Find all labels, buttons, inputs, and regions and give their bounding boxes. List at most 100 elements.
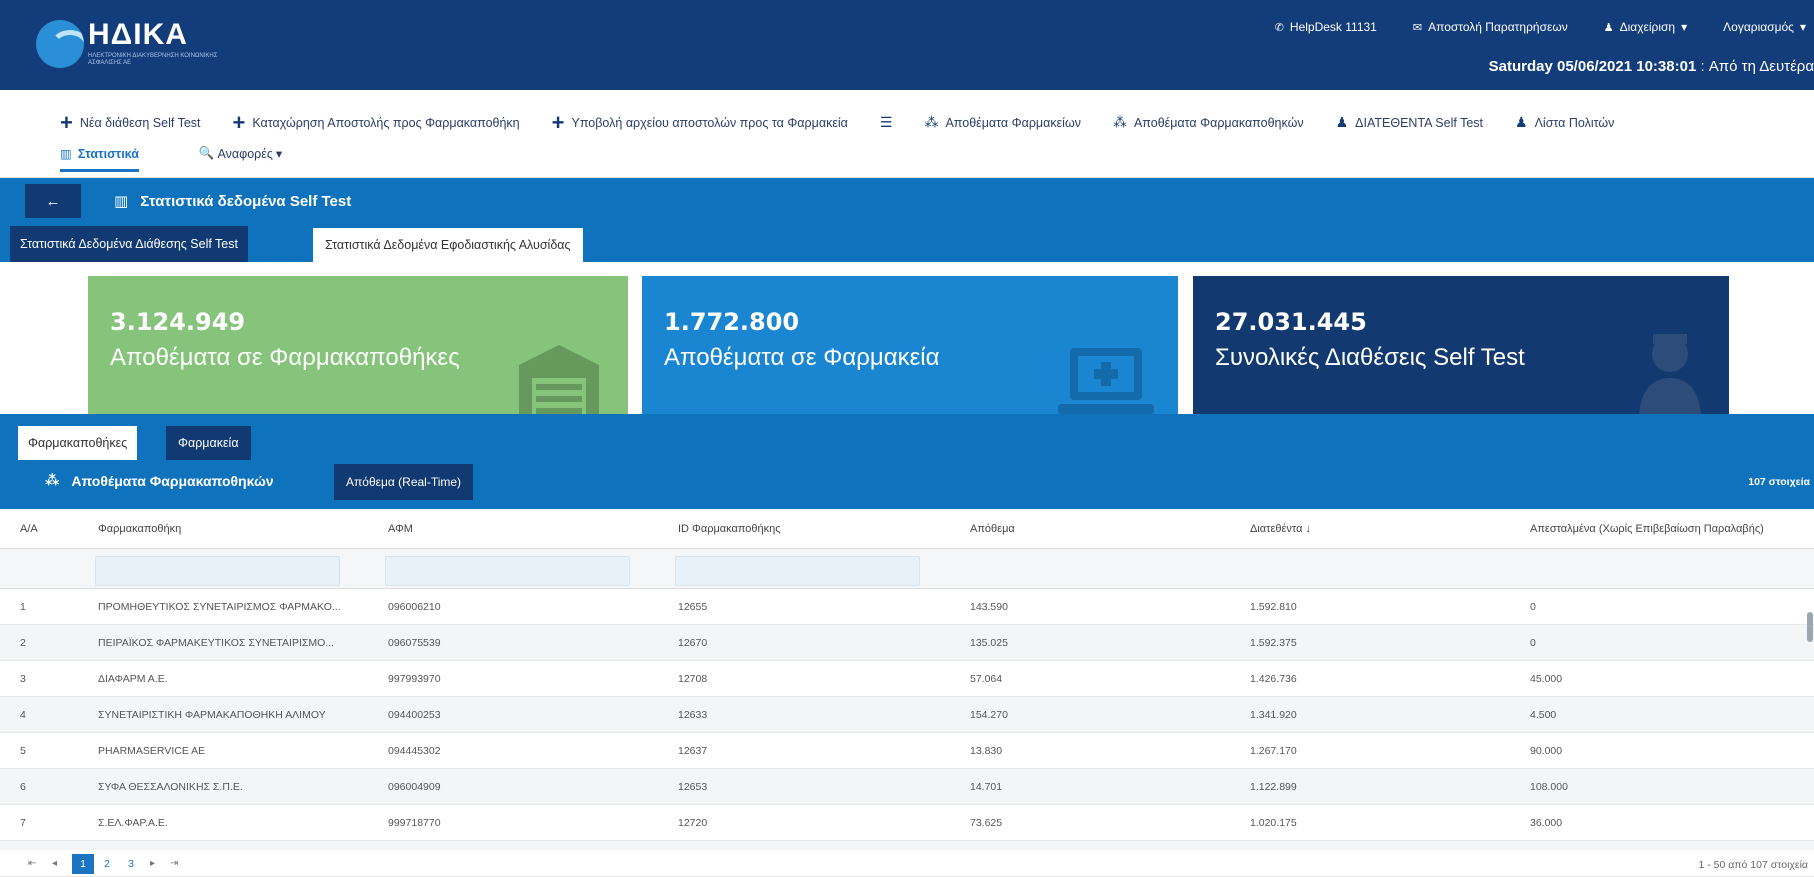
tab-disposal-statistics[interactable]: Στατιστικά Δεδομένα Διάθεσης Self Test: [10, 226, 248, 262]
prev-page-icon[interactable]: ◂: [52, 858, 57, 869]
cubes-icon: ⁂: [1112, 114, 1127, 130]
grid-body: 1 ΠΡΟΜΗΘΕΥΤΙΚΟΣ ΣΥΝΕΤΑΙΡΙΣΜΟΣ ΦΑΡΜΑΚΟ... 0…: [0, 589, 1814, 877]
caret-down-icon: ▾: [1681, 20, 1688, 34]
cell-row-number: 7: [20, 817, 26, 829]
menu-label: Αποθέματα Φαρμακείων: [945, 115, 1081, 130]
list-icon: ☰: [879, 114, 893, 130]
cell-dispensed: 1.426.736: [1250, 673, 1297, 685]
menu-list[interactable]: ☰: [880, 114, 893, 131]
last-page-icon[interactable]: ⇥: [170, 858, 178, 869]
menu-dispensed-self-test[interactable]: ♟ ΔΙΑΤΕΘΕΝΤΑ Self Test: [1336, 114, 1483, 131]
admin-dropdown[interactable]: ♟ Διαχείριση ▾: [1604, 20, 1687, 34]
filter-warehouse-input[interactable]: [95, 556, 340, 586]
next-page-icon[interactable]: ▸: [150, 858, 155, 869]
page-3[interactable]: 3: [120, 854, 142, 874]
col-header-dispensed[interactable]: Διατεθέντα ↓: [1250, 523, 1311, 535]
main-menu: + Νέα διάθεση Self Test + Καταχώρηση Απο…: [0, 90, 1814, 178]
table-row[interactable]: 7 Σ.ΕΛ.ΦΑΡ.Α.Ε. 999718770 12720 73.625 1.020.…: [0, 805, 1814, 841]
menu-upload-file[interactable]: + Υποβολή αρχείου αποστολών προς τα Φαρμ…: [552, 111, 848, 133]
logo-mark-icon: [36, 20, 84, 68]
first-page-icon[interactable]: ⇤: [28, 858, 36, 869]
table-row[interactable]: 2 ΠΕΙΡΑΪΚΟΣ ΦΑΡΜΑΚΕΥΤΙΚΟΣ ΣΥΝΕΤΑΙΡΙΣΜΟ...…: [0, 625, 1814, 661]
user-doctor-icon: [1639, 334, 1701, 420]
laptop-medical-icon: [1058, 348, 1154, 414]
menu-register-shipment[interactable]: + Καταχώρηση Αποστολής προς Φαρμακαποθήκ…: [232, 109, 520, 135]
cell-afm: 094400253: [388, 709, 441, 721]
tab-warehouses[interactable]: Φαρμακαποθήκες: [18, 426, 138, 460]
menu-warehouse-stock[interactable]: ⁂ Αποθέματα Φαρμακαποθηκών: [1113, 114, 1304, 131]
cell-dispensed: 1.020.175: [1250, 817, 1297, 829]
accounts-dropdown[interactable]: Λογαριασμός ▾: [1723, 20, 1806, 34]
cell-row-number: 3: [20, 673, 26, 685]
warehouse-stock-grid: Α/Α Φαρμακαποθήκη ΑΦΜ ID Φαρμακαποθήκης …: [0, 509, 1814, 877]
table-row[interactable]: 6 ΣΥΦΑ ΘΕΣΣΑΛΟΝΙΚΗΣ Σ.Π.Ε. 096004909 12653 1…: [0, 769, 1814, 805]
tab-supply-chain-statistics[interactable]: Στατιστικά Δεδομένα Εφοδιαστικής Αλυσίδα…: [313, 228, 583, 262]
col-header-shipped[interactable]: Απεσταλμένα (Χωρίς Επιβεβαίωση Παραλαβής…: [1530, 523, 1764, 535]
table-row[interactable]: 1 ΠΡΟΜΗΘΕΥΤΙΚΟΣ ΣΥΝΕΤΑΙΡΙΣΜΟΣ ΦΑΡΜΑΚΟ... 0…: [0, 589, 1814, 625]
col-header-stock[interactable]: Απόθεμα: [970, 523, 1015, 535]
table-row[interactable]: 5 PHARMASERVICE AE 094445302 12637 13.830 1.2…: [0, 733, 1814, 769]
cell-shipped: 90.000: [1530, 745, 1563, 757]
page-1[interactable]: 1: [72, 854, 94, 874]
caret-down-icon: ▾: [275, 147, 283, 161]
arrow-left-icon: ←: [45, 192, 61, 210]
grid-filter-row: [0, 549, 1814, 589]
page-2[interactable]: 2: [96, 854, 118, 874]
accounts-label: Λογαριασμός: [1723, 20, 1794, 34]
helpdesk-link[interactable]: ✆ HelpDesk 11131: [1275, 20, 1377, 34]
cell-warehouse-name: ΔΙΑΦΑΡΜ Α.Ε.: [98, 673, 168, 685]
logo[interactable]: ΗΔΙΚΑ ΗΛΕΚΤΡΟΝΙΚΗ ΔΙΑΚΥΒΕΡΝΗΣΗ ΚΟΙΝΩΝΙΚΗ…: [36, 20, 218, 68]
cell-shipped: 108.000: [1530, 781, 1568, 793]
section-header: ← ▥ Στατιστικά δεδομένα Self Test: [0, 178, 1814, 224]
card-warehouse-stock: 3.124.949 Αποθέματα σε Φαρμακαποθήκες: [88, 276, 628, 432]
cell-afm: 096075539: [388, 637, 441, 649]
cell-afm: 096006210: [388, 601, 441, 613]
cell-row-number: 1: [20, 601, 26, 613]
menu-citizens-list[interactable]: ♟ Λίστα Πολιτών: [1515, 114, 1614, 131]
send-comments-link[interactable]: ✉ Αποστολή Παρατηρήσεων: [1413, 20, 1568, 34]
col-header-warehouse[interactable]: Φαρμακαποθήκη: [98, 523, 181, 535]
menu-label: Λίστα Πολιτών: [1534, 115, 1615, 130]
cell-warehouse-name: Σ.ΕΛ.ΦΑΡ.Α.Ε.: [98, 817, 168, 829]
menu-reports-dropdown[interactable]: 🔍 Αναφορές ▾: [199, 146, 282, 172]
section-title: ▥ Στατιστικά δεδομένα Self Test: [114, 192, 351, 211]
card-total-self-test: 27.031.445 Συνολικές Διαθέσεις Self Test: [1193, 276, 1729, 432]
filter-id-input[interactable]: [675, 556, 920, 586]
cell-dispensed: 1.592.375: [1250, 637, 1297, 649]
menu-pharmacy-stock[interactable]: ⁂ Αποθέματα Φαρμακείων: [924, 114, 1081, 131]
search-icon: 🔍: [198, 146, 215, 160]
user-md-icon: ♟: [1335, 114, 1349, 130]
cell-stock: 143.590: [970, 601, 1008, 613]
cell-stock: 14.701: [970, 781, 1003, 793]
cell-warehouse-id: 12720: [678, 817, 708, 829]
cell-row-number: 2: [20, 637, 26, 649]
cell-row-number: 4: [20, 709, 26, 721]
send-comments-label: Αποστολή Παρατηρήσεων: [1428, 20, 1568, 34]
cell-row-number: 5: [20, 745, 26, 757]
back-button[interactable]: ←: [25, 184, 81, 218]
cell-warehouse-id: 12633: [678, 709, 708, 721]
vertical-scrollbar[interactable]: [1807, 612, 1813, 642]
table-row[interactable]: 3 ΔΙΑΦΑΡΜ Α.Ε. 997993970 12708 57.064 1.426.7…: [0, 661, 1814, 697]
realtime-stock-button[interactable]: Απόθεμα (Real-Time): [334, 464, 474, 500]
tab-pharmacies[interactable]: Φαρμακεία: [166, 426, 251, 460]
cell-warehouse-id: 12670: [678, 637, 708, 649]
col-header-afm[interactable]: ΑΦΜ: [388, 523, 413, 535]
cell-stock: 154.270: [970, 709, 1008, 721]
menu-new-self-test[interactable]: + Νέα διάθεση Self Test: [60, 111, 201, 133]
datetime-suffix: : Από τη Δευτέρα: [1696, 58, 1814, 75]
cell-stock: 135.025: [970, 637, 1008, 649]
table-row[interactable]: 4 ΣΥΝΕΤΑΙΡΙΣΤΙΚΗ ΦΑΡΜΑΚΑΠΟΘΗΚΗ ΑΛΙΜΟΥ 0944…: [0, 697, 1814, 733]
grid-header: Α/Α Φαρμακαποθήκη ΑΦΜ ID Φαρμακαποθήκης …: [0, 509, 1814, 549]
cell-warehouse-id: 12653: [678, 781, 708, 793]
plus-icon: +: [232, 109, 246, 135]
menu-reports-label: Αναφορές: [217, 146, 273, 161]
menu-label: Νέα διάθεση Self Test: [79, 115, 201, 130]
cell-shipped: 45.000: [1530, 673, 1563, 685]
menu-statistics[interactable]: ▥ Στατιστικά: [60, 146, 139, 172]
col-header-dispensed-label: Διατεθέντα: [1250, 523, 1303, 535]
filter-afm-input[interactable]: [385, 556, 630, 586]
col-header-warehouse-id[interactable]: ID Φαρμακαποθήκης: [678, 523, 781, 535]
col-header-aa[interactable]: Α/Α: [20, 523, 38, 535]
cell-row-number: 6: [20, 781, 26, 793]
